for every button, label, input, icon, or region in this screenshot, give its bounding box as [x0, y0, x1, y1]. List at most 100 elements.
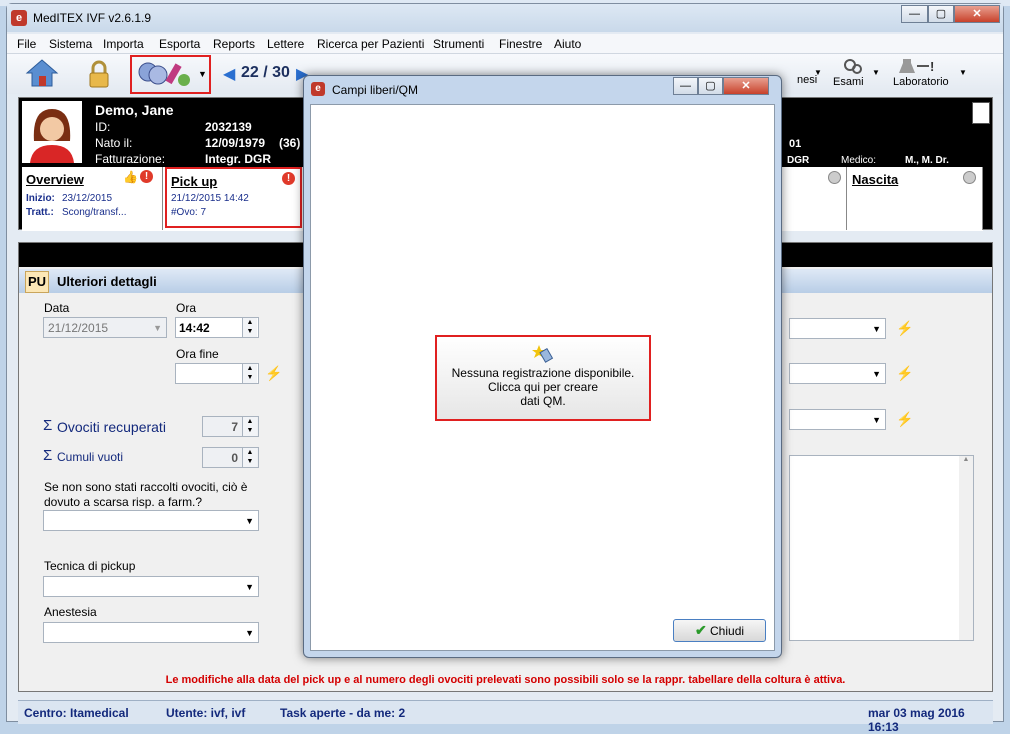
chevron-down-icon[interactable]: ▼	[245, 582, 254, 592]
dialog-maximize-button[interactable]: ▢	[698, 77, 723, 95]
lightning-icon[interactable]: ⚡	[265, 365, 282, 382]
birth-date: 12/09/1979	[205, 136, 266, 150]
notes-textarea[interactable]: ▲	[789, 455, 974, 641]
female-patient-icon	[30, 109, 74, 163]
menu-aiuto[interactable]: Aiuto	[554, 37, 581, 51]
anestesia-select[interactable]: ▼	[43, 622, 259, 643]
data-label: Data	[44, 301, 70, 315]
chevron-down-icon[interactable]: ▼	[153, 323, 162, 333]
time-spinner-icon[interactable]: ▲ ▼	[242, 318, 257, 337]
home-button[interactable]	[25, 57, 59, 89]
menu-esporta[interactable]: Esporta	[159, 37, 200, 51]
ora-value: 14:42	[179, 321, 210, 335]
dialog-close-button[interactable]: ✕	[723, 77, 769, 95]
status-task[interactable]: Task aperte - da me: 2	[280, 706, 405, 720]
extra-id: 01	[789, 138, 802, 150]
chevron-down-icon[interactable]: ▼	[959, 68, 967, 77]
overview-treatment: Scong/transf...	[62, 207, 127, 218]
tab-overview-title: Overview	[26, 172, 84, 187]
menu-file[interactable]: File	[17, 37, 36, 51]
chevron-down-icon[interactable]: ▼	[872, 324, 881, 334]
chevron-down-icon[interactable]: ▼	[814, 68, 822, 77]
patient-age: (36)	[279, 136, 301, 150]
billing-label: Fatturazione:	[95, 152, 166, 166]
birth-label: Nato il:	[95, 136, 133, 150]
chiudi-button[interactable]: ✔ Chiudi	[673, 619, 766, 642]
lock-icon	[89, 60, 109, 88]
lightning-icon[interactable]: ⚡	[896, 411, 913, 428]
pickup-datetime: 21/12/2015 14:42	[171, 193, 249, 204]
lock-button[interactable]	[85, 59, 113, 89]
lightning-icon[interactable]: ⚡	[896, 365, 913, 382]
minimize-button[interactable]: —	[901, 5, 928, 23]
chevron-down-icon[interactable]: ▼	[872, 415, 881, 425]
overview-start: 23/12/2015	[62, 193, 113, 204]
right-select-3[interactable]: ▼	[789, 409, 886, 430]
dialog-content: Nessuna registrazione disponibile. Clicc…	[310, 104, 775, 651]
patient-lab-button[interactable]: ▼	[130, 55, 211, 94]
status-bar: Centro: Itamedical Utente: ivf, ivf Task…	[18, 700, 993, 734]
alert-icon: !	[140, 170, 153, 183]
right-select-2[interactable]: ▼	[789, 363, 886, 384]
number-spinner-icon[interactable]: ▲ ▼	[242, 448, 257, 467]
menu-reports[interactable]: Reports	[213, 37, 255, 51]
menu-ricerca[interactable]: Ricerca per Pazienti	[317, 37, 424, 51]
menu-finestre[interactable]: Finestre	[499, 37, 542, 51]
cumuli-field[interactable]: 0 ▲ ▼	[202, 447, 259, 468]
overview-start-label: Inizio:	[26, 193, 55, 204]
nav-prev-icon[interactable]: ◀	[223, 64, 235, 84]
menu-importa[interactable]: Importa	[103, 37, 144, 51]
chevron-down-icon[interactable]: ▼	[245, 628, 254, 638]
ovociti-field[interactable]: 7 ▲ ▼	[202, 416, 259, 437]
menu-strumenti[interactable]: Strumenti	[433, 37, 484, 51]
tab-overview[interactable]: Overview 👍 ! Inizio: 23/12/2015 Tratt.: …	[22, 167, 163, 230]
patients-icon	[138, 62, 190, 86]
chevron-down-icon[interactable]: ▼	[872, 68, 880, 77]
checkmark-icon: ✔	[694, 622, 707, 638]
dialog-minimize-button[interactable]: —	[673, 77, 698, 95]
data-date-field[interactable]: 21/12/2015 ▼	[43, 317, 167, 338]
sigma-icon: Σ	[43, 447, 53, 464]
right-select-1[interactable]: ▼	[789, 318, 886, 339]
number-spinner-icon[interactable]: ▲ ▼	[242, 417, 257, 436]
qm-dialog: e Campi liberi/QM — ▢ ✕ Nessuna registra…	[303, 75, 782, 658]
esami-icon	[844, 59, 862, 74]
tab-ulteriori-dettagli[interactable]: Ulteriori dettagli	[57, 274, 157, 289]
chevron-down-icon[interactable]: ▼	[198, 69, 207, 79]
empty-message-line1: Nessuna registrazione disponibile.	[451, 366, 635, 380]
tab-pickup[interactable]: Pick up ! 21/12/2015 14:42 #Ovo: 7	[165, 167, 302, 228]
create-qm-button[interactable]: Nessuna registrazione disponibile. Clicc…	[435, 335, 651, 421]
tab-hidden[interactable]	[782, 167, 847, 230]
chevron-down-icon[interactable]: ▼	[872, 369, 881, 379]
lightning-icon[interactable]: ⚡	[896, 320, 913, 337]
maximize-button[interactable]: ▢	[928, 5, 954, 23]
chiudi-label: Chiudi	[710, 624, 745, 638]
status-centro: Centro: Itamedical	[24, 706, 129, 720]
time-spinner-icon[interactable]: ▲ ▼	[242, 364, 257, 383]
ora-fine-field[interactable]: ▲ ▼	[175, 363, 259, 384]
ora-label: Ora	[176, 301, 197, 315]
patient-id-label: ID:	[95, 120, 111, 134]
cumuli-value: 0	[231, 451, 238, 465]
ora-field[interactable]: 14:42 ▲ ▼	[175, 317, 259, 338]
thumbs-up-icon: 👍	[123, 170, 138, 184]
close-button[interactable]: ✕	[954, 5, 1000, 23]
toolbar-esami-label[interactable]: Esami	[833, 76, 864, 88]
menu-lettere[interactable]: Lettere	[267, 37, 304, 51]
tab-nascita[interactable]: Nascita	[848, 167, 983, 230]
dialog-title: Campi liberi/QM	[332, 83, 419, 97]
new-record-icon	[532, 345, 554, 363]
chevron-down-icon[interactable]: ▼	[245, 516, 254, 526]
tab-nascita-title: Nascita	[852, 172, 899, 187]
status-dot-icon	[963, 171, 976, 184]
menu-sistema[interactable]: Sistema	[49, 37, 92, 51]
scrollbar[interactable]: ▲	[959, 456, 973, 640]
svg-text:!: !	[930, 59, 934, 74]
tecnica-select[interactable]: ▼	[43, 576, 259, 597]
status-dot-icon	[828, 171, 841, 184]
document-icon[interactable]	[972, 102, 990, 124]
tab-pu[interactable]: PU	[25, 271, 49, 293]
scarsa-risp-select[interactable]: ▼	[43, 510, 259, 531]
toolbar-laboratorio-label[interactable]: Laboratorio	[893, 76, 949, 88]
doctor-label: Medico:	[841, 155, 877, 166]
